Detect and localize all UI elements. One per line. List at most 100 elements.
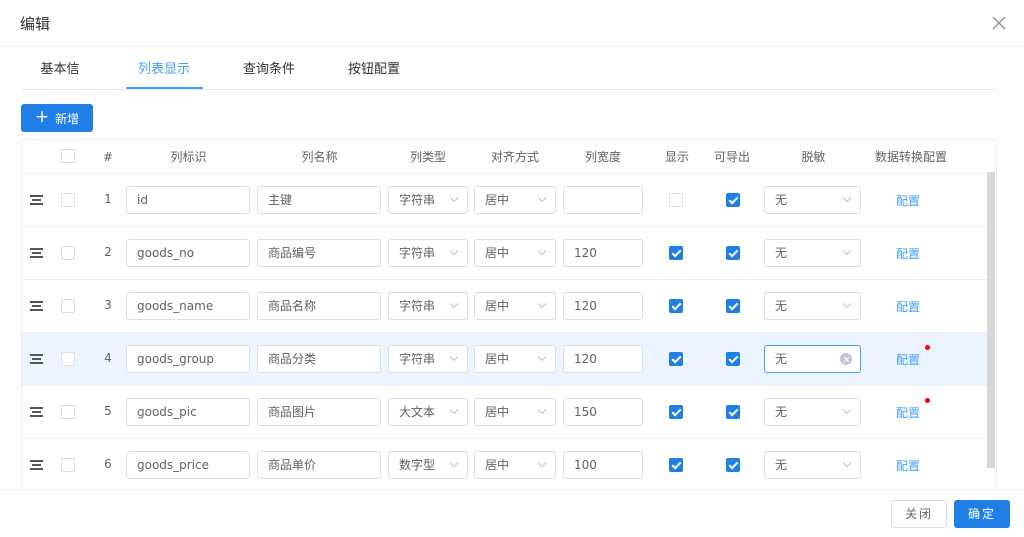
drag-handle-icon[interactable] — [30, 248, 43, 259]
masking-select[interactable]: 无 — [764, 186, 861, 214]
table-scrollbar[interactable] — [987, 172, 995, 468]
header-column-name: 列名称 — [301, 150, 338, 164]
align-select[interactable]: 居中 — [474, 239, 556, 267]
column-type-select[interactable]: 大文本 — [388, 398, 468, 426]
exportable-checkbox[interactable] — [726, 405, 740, 419]
drag-handle-icon[interactable] — [30, 354, 43, 365]
align-select[interactable]: 居中 — [474, 345, 556, 373]
column-id-input[interactable]: goods_no — [126, 239, 250, 267]
row-select-checkbox[interactable] — [61, 193, 75, 207]
row-select-checkbox[interactable] — [61, 299, 75, 313]
column-id-input[interactable]: goods_name — [126, 292, 250, 320]
exportable-checkbox[interactable] — [726, 193, 740, 207]
column-type-select[interactable]: 字符串 — [388, 239, 468, 267]
align-select[interactable]: 居中 — [474, 451, 556, 479]
column-width-input[interactable] — [563, 186, 643, 214]
visible-checkbox[interactable] — [669, 299, 683, 313]
row-select-checkbox[interactable] — [61, 352, 75, 366]
close-button[interactable]: 关闭 — [891, 500, 947, 528]
column-type-select[interactable]: 字符串 — [388, 292, 468, 320]
align-select[interactable]: 居中 — [474, 186, 556, 214]
table-row: 6 goods_price 商品单价 数字型 居中 100 无 配置 — [22, 439, 988, 490]
drag-handle-icon[interactable] — [30, 460, 43, 471]
conversion-config-link[interactable]: 配置 — [896, 457, 920, 474]
align-value: 居中 — [485, 193, 510, 207]
masking-value: 无 — [775, 458, 788, 472]
column-id-input[interactable]: goods_pic — [126, 398, 250, 426]
column-name-input[interactable]: 主键 — [257, 186, 381, 214]
masking-select[interactable]: 无 — [764, 451, 861, 479]
masking-select[interactable]: 无 — [764, 345, 861, 373]
table-row: 4 goods_group 商品分类 字符串 居中 120 无 配置 — [22, 333, 988, 386]
column-width-input[interactable]: 120 — [563, 345, 643, 373]
exportable-checkbox[interactable] — [726, 299, 740, 313]
confirm-button[interactable]: 确定 — [954, 500, 1010, 528]
column-name-input[interactable]: 商品名称 — [257, 292, 381, 320]
masking-value: 无 — [775, 299, 788, 313]
exportable-checkbox[interactable] — [726, 352, 740, 366]
column-width-input[interactable]: 120 — [563, 292, 643, 320]
chevron-down-icon — [449, 303, 459, 309]
dialog-title: 编辑 — [20, 15, 51, 33]
column-type-select[interactable]: 字符串 — [388, 186, 468, 214]
tab-basic-info[interactable]: 基本信息 — [35, 48, 85, 121]
visible-checkbox[interactable] — [669, 458, 683, 472]
drag-handle-icon[interactable] — [30, 407, 43, 418]
conversion-config-link[interactable]: 配置 — [896, 298, 920, 315]
row-select-checkbox[interactable] — [61, 246, 75, 260]
header-column-id: 列标识 — [170, 150, 207, 164]
column-type-select[interactable]: 字符串 — [388, 345, 468, 373]
drag-handle-icon[interactable] — [30, 195, 43, 206]
row-index: 6 — [104, 457, 112, 471]
chevron-down-icon — [537, 250, 547, 256]
column-type-value: 大文本 — [399, 405, 436, 419]
column-name-input[interactable]: 商品单价 — [257, 451, 381, 479]
column-name-input[interactable]: 商品分类 — [257, 345, 381, 373]
visible-checkbox[interactable] — [669, 405, 683, 419]
visible-checkbox[interactable] — [669, 246, 683, 260]
table-row: 3 goods_name 商品名称 字符串 居中 120 无 配置 — [22, 280, 988, 333]
align-select[interactable]: 居中 — [474, 292, 556, 320]
column-type-select[interactable]: 数字型 — [388, 451, 468, 479]
conversion-config-link[interactable]: 配置 — [896, 404, 920, 421]
drag-handle-icon[interactable] — [30, 301, 43, 312]
column-name-input[interactable]: 商品图片 — [257, 398, 381, 426]
conversion-config-link[interactable]: 配置 — [896, 351, 920, 368]
row-select-checkbox[interactable] — [61, 405, 75, 419]
row-select-checkbox[interactable] — [61, 458, 75, 472]
exportable-checkbox[interactable] — [726, 246, 740, 260]
column-id-input[interactable]: goods_group — [126, 345, 250, 373]
masking-select[interactable]: 无 — [764, 292, 861, 320]
masking-select[interactable]: 无 — [764, 398, 861, 426]
tab-query-conditions[interactable]: 查询条件 — [243, 48, 295, 90]
exportable-checkbox[interactable] — [726, 458, 740, 472]
visible-checkbox[interactable] — [669, 193, 683, 207]
masking-value: 无 — [775, 246, 788, 260]
masking-select[interactable]: 无 — [764, 239, 861, 267]
close-icon[interactable] — [990, 14, 1008, 32]
masking-value: 无 — [775, 352, 788, 366]
column-width-input[interactable]: 150 — [563, 398, 643, 426]
column-name-input[interactable]: 商品编号 — [257, 239, 381, 267]
masking-value: 无 — [775, 193, 788, 207]
add-button[interactable]: + 新增 — [21, 104, 93, 132]
select-all-checkbox[interactable] — [61, 149, 75, 163]
dialog-header: 编辑 — [0, 0, 1024, 47]
column-id-input[interactable]: id — [126, 186, 250, 214]
column-type-value: 字符串 — [399, 299, 436, 313]
tab-list-display[interactable]: 列表显示 — [136, 48, 192, 90]
header-width: 列宽度 — [584, 150, 621, 164]
clear-icon[interactable] — [840, 353, 852, 365]
chevron-down-icon — [842, 409, 852, 415]
column-id-input[interactable]: goods_price — [126, 451, 250, 479]
conversion-config-link[interactable]: 配置 — [896, 245, 920, 262]
column-width-input[interactable]: 120 — [563, 239, 643, 267]
column-width-input[interactable]: 100 — [563, 451, 643, 479]
visible-checkbox[interactable] — [669, 352, 683, 366]
header-index: # — [102, 150, 114, 164]
header-visible: 显示 — [664, 150, 689, 164]
align-select[interactable]: 居中 — [474, 398, 556, 426]
conversion-config-link[interactable]: 配置 — [896, 192, 920, 209]
tab-button-config[interactable]: 按钮配置 — [348, 48, 400, 90]
masking-value: 无 — [775, 405, 788, 419]
